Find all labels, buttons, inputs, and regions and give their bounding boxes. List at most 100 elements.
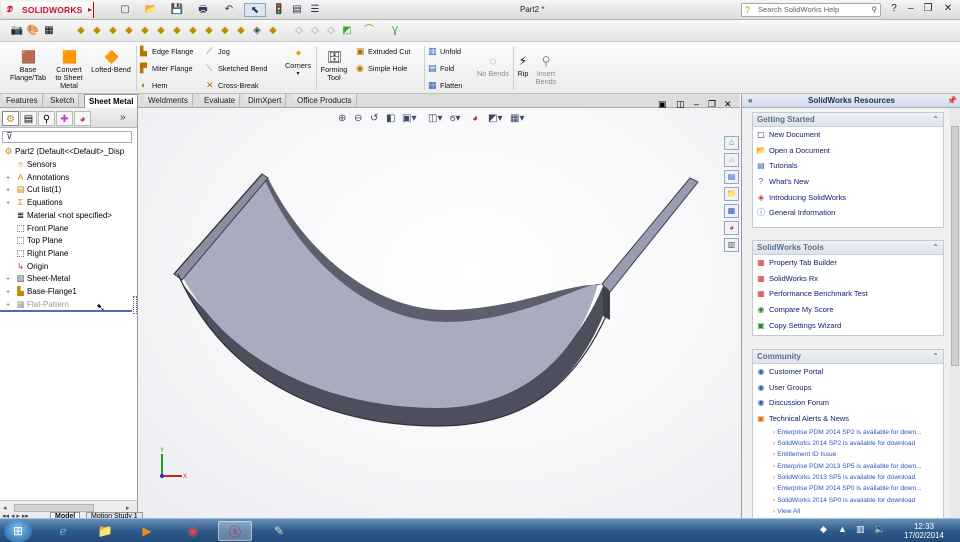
solidworks-menu-button[interactable]: 𝕯 SOLIDWORKS ▸ xyxy=(2,2,94,18)
tree-root[interactable]: ⚙ Part2 (Default<<Default>_Disp xyxy=(2,145,124,158)
graphics-area[interactable]: ⊕ ⊖ ↺ ◧ ▣▾ ◫▾ ϭ▾ ◕ ◩▾ ▦▾ ▣ ◫ – ❐ ✕ Y X ⌂… xyxy=(138,99,741,518)
task-pane-scrollbar[interactable] xyxy=(950,108,960,518)
technical-alerts-link[interactable]: ▣ Technical Alerts & News xyxy=(753,411,943,427)
tree-item-front-plane[interactable]: ⬚ Front Plane xyxy=(6,222,68,235)
open-document-link[interactable]: 📂 Open a Document xyxy=(753,143,943,159)
discussion-forum-link[interactable]: ◉ Discussion Forum xyxy=(753,395,943,411)
whats-new-link[interactable]: ? What's New xyxy=(753,174,943,190)
curve-icon[interactable]: ⌒ xyxy=(362,24,376,38)
internet-explorer-taskbar-icon[interactable]: ℯ xyxy=(46,521,80,541)
filter-input[interactable]: ⊽ xyxy=(2,131,132,143)
hem-button[interactable]: ◖ Hem xyxy=(140,80,167,91)
scroll-left-icon[interactable]: ◂ xyxy=(3,504,7,512)
configuration-manager-tab-icon[interactable]: ⚲ xyxy=(38,111,55,126)
miter-flange-button[interactable]: ▛ Miter Flange xyxy=(140,63,193,74)
feature-icon-1[interactable]: ◆ xyxy=(74,24,88,38)
tutorials-link[interactable]: ▤ Tutorials xyxy=(753,158,943,174)
save-icon[interactable]: 💾 xyxy=(166,3,188,17)
expand-panel-icon[interactable]: » xyxy=(120,112,126,123)
other-app-taskbar-icon[interactable]: ✎ xyxy=(262,521,296,541)
media-player-taskbar-icon[interactable]: ▶ xyxy=(130,521,164,541)
file-explorer-tab-icon[interactable]: 📁 xyxy=(724,187,739,201)
new-document-link[interactable]: ▢ New Document xyxy=(753,127,943,143)
undo-icon[interactable]: ↶ xyxy=(218,3,240,17)
user-groups-link[interactable]: ◉ User Groups xyxy=(753,380,943,396)
feature-icon-11[interactable]: ◆ xyxy=(234,24,248,38)
tab-evaluate[interactable]: Evaluate xyxy=(200,94,241,107)
panel-splitter[interactable] xyxy=(133,296,137,314)
volume-icon[interactable]: 🔈 xyxy=(874,524,885,535)
property-manager-tab-icon[interactable]: ▤ xyxy=(20,111,37,126)
corners-button[interactable]: 🔸 Corners ▾ xyxy=(282,46,314,78)
feature-icon-6[interactable]: ◆ xyxy=(154,24,168,38)
fold-button[interactable]: ▤ Fold xyxy=(428,63,454,74)
rollback-bar[interactable] xyxy=(0,310,132,312)
tree-item-top-plane[interactable]: ⬚ Top Plane xyxy=(6,234,62,247)
search-input[interactable]: ? Search SolidWorks Help ⚲ xyxy=(741,3,881,17)
feature-icon-9[interactable]: ◆ xyxy=(202,24,216,38)
news-item[interactable]: › SolidWorks 2013 SP5 is available for do… xyxy=(753,472,941,483)
design-library-tab-icon[interactable]: ▤ xyxy=(724,170,739,184)
cross-break-button[interactable]: ✕ Cross-Break xyxy=(206,80,259,91)
tab-sketch[interactable]: Sketch xyxy=(46,94,80,107)
resources-tab-icon[interactable]: ⌂ xyxy=(724,136,739,150)
solidworks-taskbar-icon[interactable]: ⓢ xyxy=(218,521,252,541)
news-item[interactable]: › Enterprise PDM 2013 SP5 is available fo… xyxy=(753,461,941,472)
scroll-right-icon[interactable]: ▸ xyxy=(126,504,130,512)
news-item[interactable]: › SolidWorks 2014 SP0 is available for do… xyxy=(753,495,941,506)
camera-icon[interactable]: 📷 xyxy=(10,24,24,38)
chrome-taskbar-icon[interactable]: ◉ xyxy=(176,521,210,541)
unfold-button[interactable]: ▥ Unfold xyxy=(428,46,461,57)
performance-benchmark-link[interactable]: ▦ Performance Benchmark Test xyxy=(753,286,943,302)
forming-tool-button[interactable]: 🗄 Forming Tool xyxy=(318,50,350,82)
feature-icon-10[interactable]: ◆ xyxy=(218,24,232,38)
clock[interactable]: 12:33 17/02/2014 xyxy=(896,522,952,540)
solidworks-rx-link[interactable]: ▦ SolidWorks Rx xyxy=(753,271,943,287)
feature-icon-2[interactable]: ◆ xyxy=(90,24,104,38)
help-menu-icon[interactable]: ? xyxy=(886,2,902,16)
select-icon[interactable]: ⬉ xyxy=(244,3,266,17)
simple-hole-button[interactable]: ◉ Simple Hole xyxy=(356,63,407,74)
appearance-icon[interactable]: 🎨 xyxy=(26,24,40,38)
open-icon[interactable]: 📂 xyxy=(140,3,162,17)
dimxpert-tab-icon[interactable]: ✚ xyxy=(56,111,73,126)
general-information-link[interactable]: ⓘ General Information xyxy=(753,205,943,221)
collapse-section-icon[interactable]: ⌃ xyxy=(932,241,939,255)
tree-item-material[interactable]: ≣ Material <not specified> xyxy=(6,209,112,222)
tray-icon-2[interactable]: ▲ xyxy=(838,524,847,534)
tab-weldments[interactable]: Weldments xyxy=(144,94,193,107)
feature-icon-13[interactable]: ◆ xyxy=(266,24,280,38)
feature-icon-8[interactable]: ◆ xyxy=(186,24,200,38)
minimize-icon[interactable]: – xyxy=(903,2,919,16)
news-item[interactable]: › Enterprise PDM 2014 SP2 is available fo… xyxy=(753,427,941,438)
feature-icon-7[interactable]: ◆ xyxy=(170,24,184,38)
flatten-button[interactable]: ▦ Flatten xyxy=(428,80,462,91)
lofted-bend-button[interactable]: 🔶 Lofted-Bend xyxy=(88,50,134,74)
view-palette-tab-icon[interactable]: ▦ xyxy=(724,204,739,218)
base-flange-button[interactable]: 🟫 Base Flange/Tab xyxy=(6,50,50,82)
scroll-thumb[interactable] xyxy=(14,504,94,512)
collapse-section-icon[interactable]: ⌃ xyxy=(932,350,939,364)
tab-dimxpert[interactable]: DimXpert xyxy=(244,94,287,107)
tree-item-sensors[interactable]: ⌾ Sensors xyxy=(6,158,56,171)
view-all-link[interactable]: › View All xyxy=(753,506,941,517)
copy-settings-wizard-link[interactable]: ▣ Copy Settings Wizard xyxy=(753,318,943,334)
close-icon[interactable]: ✕ xyxy=(940,2,956,16)
home-tab-icon[interactable]: ⌂ xyxy=(724,153,739,167)
collapse-pane-icon[interactable]: « xyxy=(748,94,752,108)
tree-item-right-plane[interactable]: ⬚ Right Plane xyxy=(6,247,68,260)
compare-my-score-link[interactable]: ◉ Compare My Score xyxy=(753,302,943,318)
corners-dropdown-icon[interactable]: ▾ xyxy=(282,70,314,78)
new-document-icon[interactable]: ▢ xyxy=(114,3,136,17)
collapse-section-icon[interactable]: ⌃ xyxy=(932,113,939,127)
feature-icon-4[interactable]: ◆ xyxy=(122,24,136,38)
news-item[interactable]: › SolidWorks 2014 SP2 is available for do… xyxy=(753,438,941,449)
file-explorer-taskbar-icon[interactable]: 📁 xyxy=(88,521,122,541)
convert-to-sheet-metal-button[interactable]: 🟧 Convert to Sheet Metal xyxy=(50,50,88,90)
insert-bends-button[interactable]: ⚲ Insert Bends xyxy=(532,54,560,86)
tree-item-origin[interactable]: ↳ Origin xyxy=(6,260,48,273)
solidworks-tools-header[interactable]: SolidWorks Tools ⌃ xyxy=(753,241,943,255)
options-icon[interactable]: ☰ xyxy=(304,3,326,17)
spline-icon[interactable]: Ɣ xyxy=(388,24,402,38)
news-item[interactable]: › Enterprise PDM 2014 SP0 is available fo… xyxy=(753,483,941,494)
